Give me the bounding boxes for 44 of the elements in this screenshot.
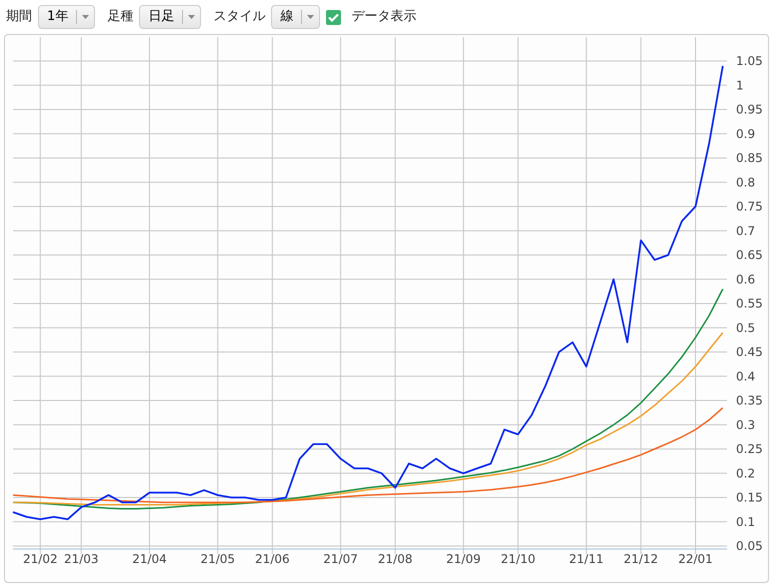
axis-label: 21/08 [378, 552, 412, 566]
axis-label: 0.3 [736, 418, 756, 432]
axis-label: 0.65 [736, 248, 763, 262]
axis-label: 0.85 [736, 151, 763, 165]
axis-label: 0.45 [736, 345, 763, 359]
checkbox[interactable] [326, 10, 342, 24]
caret-icon [82, 15, 90, 19]
axis-label: 0.7 [736, 224, 756, 238]
axis-label: 0.4 [736, 369, 756, 384]
axis-label: 0.35 [736, 394, 763, 408]
axis-label: 0.2 [736, 466, 756, 480]
axis-label: 0.25 [736, 442, 763, 456]
axis-label: 0.95 [736, 102, 763, 116]
axis-label: 21/03 [64, 552, 99, 566]
axis-label: 21/10 [500, 552, 536, 566]
axis-label: 0.1 [736, 514, 756, 529]
axis-label: 21/02 [23, 552, 58, 566]
dropdown[interactable]: 1年 [38, 5, 96, 29]
axis-label: 21/09 [446, 552, 481, 566]
field-label: 足種 [107, 8, 134, 26]
axis-label: 1.05 [736, 54, 763, 68]
axis-label: 0.6 [736, 272, 756, 286]
axis-label: 0.55 [736, 296, 763, 310]
axis-label: 1 [736, 78, 744, 92]
axis-label: 0.75 [736, 200, 763, 214]
field-label: 期間 [6, 8, 32, 26]
axis-label: 22/01 [678, 552, 713, 566]
caret-icon [307, 15, 314, 19]
axis-label: 0.5 [736, 320, 756, 335]
checkbox-label: データ表示 [351, 8, 416, 26]
axis-label: 21/11 [569, 552, 604, 566]
axis-label: 0.15 [736, 490, 763, 504]
axis-label: 21/12 [624, 552, 658, 566]
axis-label: 21/06 [255, 552, 290, 566]
dropdown[interactable]: 線 [271, 5, 320, 29]
axis-label: 0.9 [736, 126, 756, 141]
field-label: スタイル [213, 8, 266, 26]
axis-label: 21/07 [323, 552, 358, 566]
axis-label: 21/04 [132, 552, 167, 566]
axis-label: 21/05 [200, 552, 236, 566]
caret-icon [188, 15, 196, 19]
axis-label: 0.8 [736, 175, 756, 190]
axis-label: 0.05 [736, 539, 763, 553]
dropdown[interactable]: 日足 [139, 5, 202, 29]
